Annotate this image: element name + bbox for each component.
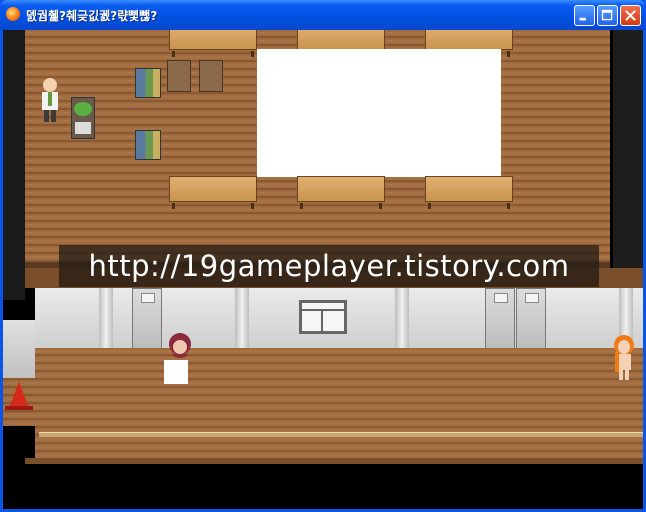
- girl-npc[interactable]: [612, 334, 636, 382]
- plant-leaves: [74, 102, 92, 116]
- title-bar[interactable]: 덼궘췙?췌긎깂궰?랷뼟뺂?: [0, 0, 646, 30]
- desk[interactable]: [169, 30, 257, 57]
- maximize-icon: [601, 9, 613, 21]
- hallway-floor: [35, 348, 643, 458]
- cabinet[interactable]: [199, 60, 223, 92]
- desk[interactable]: [169, 176, 257, 209]
- hallway-door[interactable]: [485, 288, 515, 350]
- hallway-rail: [39, 432, 643, 437]
- hallway-left-wall: [3, 320, 35, 378]
- traffic-cone-base: [5, 406, 33, 410]
- right-wall: [613, 30, 643, 280]
- hallway-window: [299, 300, 347, 334]
- desk[interactable]: [425, 176, 513, 209]
- pillar: [235, 288, 249, 350]
- game-canvas[interactable]: http://19gameplayer.tistory.com: [3, 30, 643, 509]
- left-wall: [3, 30, 25, 300]
- cabinet[interactable]: [167, 60, 191, 92]
- app-icon[interactable]: [6, 7, 20, 21]
- minimize-button[interactable]: [574, 5, 595, 26]
- maximize-button[interactable]: [597, 5, 618, 26]
- traffic-cone[interactable]: [9, 382, 29, 408]
- desk[interactable]: [297, 176, 385, 209]
- whiteboard: [257, 49, 501, 177]
- pillar: [395, 288, 409, 350]
- hallway-door[interactable]: [516, 288, 546, 350]
- watermark-text: http://19gameplayer.tistory.com: [88, 249, 570, 283]
- classroom-door[interactable]: [132, 288, 162, 350]
- minimize-icon: [579, 17, 586, 21]
- window-title: 덼궘췙?췌긎깂궰?랷뼟뺂?: [26, 9, 158, 23]
- close-icon: [625, 10, 636, 21]
- close-button[interactable]: [620, 5, 641, 26]
- player-character[interactable]: [167, 332, 193, 362]
- bookshelf[interactable]: [135, 68, 161, 98]
- bookshelf[interactable]: [135, 130, 161, 160]
- censor-block: [164, 360, 188, 384]
- watermark-banner: http://19gameplayer.tistory.com: [59, 245, 599, 287]
- plant-pot: [75, 122, 91, 134]
- potted-plant[interactable]: [71, 97, 95, 139]
- void-area: [3, 464, 643, 509]
- teacher-npc[interactable]: [39, 76, 61, 124]
- game-window: 덼궘췙?췌긎깂궰?랷뼟뺂? http://19gameplayer.tistor…: [0, 0, 646, 512]
- desk[interactable]: [297, 30, 385, 57]
- desk[interactable]: [425, 30, 513, 57]
- pillar: [99, 288, 113, 350]
